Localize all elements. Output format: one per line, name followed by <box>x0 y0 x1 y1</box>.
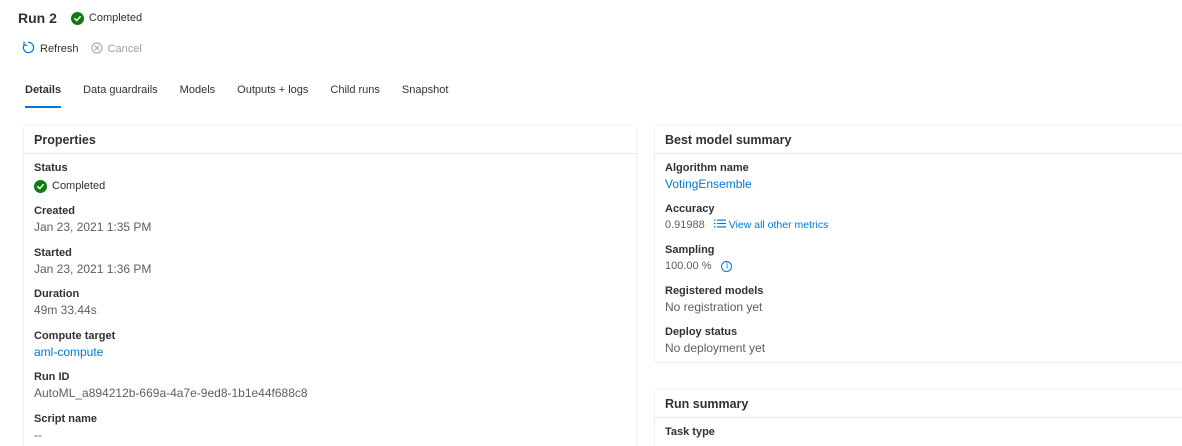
run-summary-card: Run summary Task type <box>655 390 1182 446</box>
created-label: Created <box>34 205 75 217</box>
run-id-label: Run ID <box>34 371 70 383</box>
duration-property: Duration 49m 33.44s <box>34 287 97 318</box>
tab-child-runs[interactable]: Child runs <box>330 84 380 108</box>
status-value: Completed <box>34 178 105 194</box>
deploy-status-label: Deploy status <box>665 326 738 338</box>
deploy-status-property: Deploy status No deployment yet <box>665 325 765 356</box>
refresh-icon <box>22 41 35 57</box>
task-type-property: Task type <box>665 425 715 439</box>
script-name-property: Script name -- <box>34 412 97 443</box>
run-details-page: Run 2 Completed Refresh Cancel Details D… <box>0 0 1182 446</box>
duration-value: 49m 33.44s <box>34 303 97 317</box>
status-badge: Completed <box>70 11 143 25</box>
deploy-status-value: No deployment yet <box>665 341 766 355</box>
accuracy-label: Accuracy <box>665 203 715 215</box>
created-value: Jan 23, 2021 1:35 PM <box>34 220 152 234</box>
sampling-value: 100.00 % <box>665 260 712 272</box>
accuracy-property: Accuracy 0.91988 View all other metrics <box>665 202 828 233</box>
compute-target-property: Compute target aml-compute <box>34 329 115 360</box>
compute-target-link[interactable]: aml-compute <box>34 344 115 360</box>
sampling-label: Sampling <box>665 244 715 256</box>
checkmark-circle-icon <box>70 11 84 25</box>
registered-models-property: Registered models No registration yet <box>665 284 763 315</box>
accuracy-row: 0.91988 View all other metrics <box>665 217 828 233</box>
checkmark-circle-icon <box>34 179 47 193</box>
run-header: Run 2 Completed <box>18 8 142 28</box>
best-model-title: Best model summary <box>655 126 1182 154</box>
tab-data-guardrails[interactable]: Data guardrails <box>83 84 158 108</box>
sampling-property: Sampling 100.00 % i <box>665 243 733 274</box>
started-label: Started <box>34 247 72 259</box>
run-summary-title: Run summary <box>655 390 1182 418</box>
view-metrics-label: View all other metrics <box>728 219 829 231</box>
view-metrics-link[interactable]: View all other metrics <box>713 217 829 233</box>
cancel-label: Cancel <box>107 43 142 55</box>
registered-models-label: Registered models <box>665 285 764 297</box>
cancel-button[interactable]: Cancel <box>91 42 142 57</box>
algorithm-link[interactable]: VotingEnsemble <box>665 176 752 192</box>
status-property: Status Completed <box>34 161 105 194</box>
status-value-text: Completed <box>52 180 106 192</box>
cancel-circle-icon <box>91 42 103 57</box>
refresh-button[interactable]: Refresh <box>22 41 79 57</box>
registered-models-value: No registration yet <box>665 300 763 314</box>
script-name-value: -- <box>34 428 42 442</box>
refresh-label: Refresh <box>40 43 79 55</box>
started-value: Jan 23, 2021 1:36 PM <box>34 262 152 276</box>
created-property: Created Jan 23, 2021 1:35 PM <box>34 204 151 235</box>
command-bar: Refresh Cancel <box>22 41 142 57</box>
status-label: Status <box>34 162 68 174</box>
script-name-label: Script name <box>34 413 97 425</box>
properties-card: Properties Status Completed Created Jan … <box>24 126 636 446</box>
compute-target-label: Compute target <box>34 330 116 342</box>
run-id-value: AutoML_a894212b-669a-4a7e-9ed8-1b1e44f68… <box>34 386 308 400</box>
algorithm-label: Algorithm name <box>665 162 749 174</box>
task-type-label: Task type <box>665 426 715 438</box>
started-property: Started Jan 23, 2021 1:36 PM <box>34 246 151 277</box>
duration-label: Duration <box>34 288 80 300</box>
sampling-row: 100.00 % i <box>665 258 733 274</box>
tab-details[interactable]: Details <box>25 84 62 108</box>
tab-snapshot[interactable]: Snapshot <box>402 84 448 108</box>
algorithm-property: Algorithm name VotingEnsemble <box>665 161 752 192</box>
run-id-property: Run ID AutoML_a894212b-669a-4a7e-9ed8-1b… <box>34 370 308 401</box>
tab-models[interactable]: Models <box>180 84 215 108</box>
status-text: Completed <box>88 12 143 24</box>
tab-outputs-logs[interactable]: Outputs + logs <box>237 84 308 108</box>
properties-title: Properties <box>24 126 636 154</box>
info-icon[interactable]: i <box>721 260 733 272</box>
page-title: Run 2 <box>18 10 57 26</box>
list-icon <box>713 217 726 233</box>
best-model-summary-card: Best model summary Algorithm name Voting… <box>655 126 1182 362</box>
accuracy-value: 0.91988 <box>665 219 705 231</box>
tab-bar: Details Data guardrails Models Outputs +… <box>25 84 470 108</box>
